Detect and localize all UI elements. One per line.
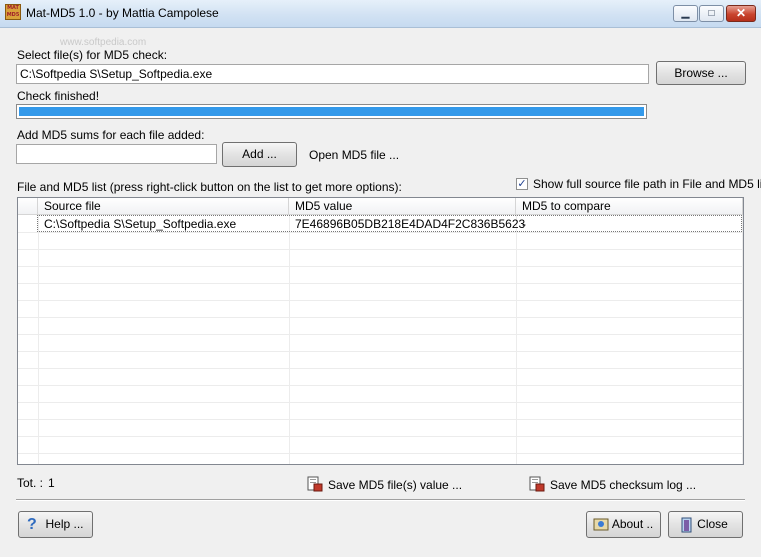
minimize-icon: ▁: [681, 8, 690, 19]
minimize-button[interactable]: ▁: [673, 5, 698, 22]
column-header-md5-value[interactable]: MD5 value: [289, 198, 516, 215]
about-button[interactable]: About ..: [586, 511, 661, 538]
app-icon-text: MAT MD5: [6, 5, 20, 18]
add-md5-input[interactable]: [16, 144, 217, 164]
close-window-button[interactable]: ✕: [726, 5, 756, 22]
help-button[interactable]: ? Help ...: [18, 511, 93, 538]
open-md5-file-link[interactable]: Open MD5 file ...: [309, 148, 399, 162]
file-md5-list[interactable]: Source file MD5 value MD5 to compare C:\…: [17, 197, 744, 465]
progress-fill: [19, 107, 644, 116]
grid-line: [18, 368, 743, 369]
cell-md5-compare: -: [522, 217, 526, 231]
show-full-path-label[interactable]: Show full source file path in File and M…: [533, 177, 761, 191]
grid-line: [18, 419, 743, 420]
column-header-source-file[interactable]: Source file: [38, 198, 289, 215]
about-icon: [593, 518, 609, 531]
close-label: Close: [697, 517, 728, 531]
grid-line: [18, 385, 743, 386]
list-caption: File and MD5 list (press right-click but…: [17, 180, 402, 194]
save-md5-values-button[interactable]: [307, 476, 323, 495]
file-path-input[interactable]: C:\Softpedia S\Setup_Softpedia.exe: [16, 64, 649, 84]
status-text: Check finished!: [17, 89, 100, 103]
grid-line: [18, 266, 743, 267]
add-md5-label: Add MD5 sums for each file added:: [17, 128, 205, 142]
grid-line: [18, 317, 743, 318]
grid-line: [18, 402, 743, 403]
cell-source-file: C:\Softpedia S\Setup_Softpedia.exe: [44, 217, 237, 231]
save-md5-values-label[interactable]: Save MD5 file(s) value ...: [328, 478, 462, 492]
door-exit-icon: [681, 517, 692, 533]
save-checksum-log-label[interactable]: Save MD5 checksum log ...: [550, 478, 696, 492]
grid-line: [18, 436, 743, 437]
maximize-icon: □: [708, 8, 715, 19]
grid-line: [18, 300, 743, 301]
window-title: Mat-MD5 1.0 - by Mattia Campolese: [26, 6, 219, 20]
grid-line: [18, 453, 743, 454]
close-icon: ✕: [735, 6, 747, 20]
watermark: www.softpedia.com: [60, 37, 147, 48]
help-label: Help ...: [45, 517, 84, 531]
show-full-path-checkbox[interactable]: ✓: [516, 178, 528, 190]
grid-line: [18, 334, 743, 335]
about-label: About ..: [611, 517, 654, 531]
grid-line: [18, 283, 743, 284]
browse-button[interactable]: Browse ...: [656, 61, 746, 85]
separator: [16, 499, 745, 501]
add-button[interactable]: Add ...: [222, 142, 297, 167]
column-header-md5-compare[interactable]: MD5 to compare: [516, 198, 743, 215]
help-icon: ?: [27, 516, 37, 533]
grid-line: [18, 232, 743, 233]
row-header-column: [18, 198, 38, 215]
close-button[interactable]: Close: [668, 511, 743, 538]
save-log-icon: [529, 476, 545, 492]
grid-line: [18, 351, 743, 352]
save-file-icon: [307, 476, 323, 492]
save-checksum-log-button[interactable]: [529, 476, 545, 495]
checkmark-icon: ✓: [517, 178, 527, 190]
grid-line: [18, 249, 743, 250]
app-icon: MAT MD5: [5, 4, 21, 20]
total-label: Tot. :: [17, 476, 44, 490]
select-files-label: Select file(s) for MD5 check:: [17, 48, 168, 62]
cell-md5-value: 7E46896B05DB218E4DAD4F2C836B5623: [295, 217, 526, 231]
maximize-button[interactable]: □: [699, 5, 724, 22]
progress-bar: [16, 104, 647, 119]
total-value: 1: [48, 476, 55, 490]
